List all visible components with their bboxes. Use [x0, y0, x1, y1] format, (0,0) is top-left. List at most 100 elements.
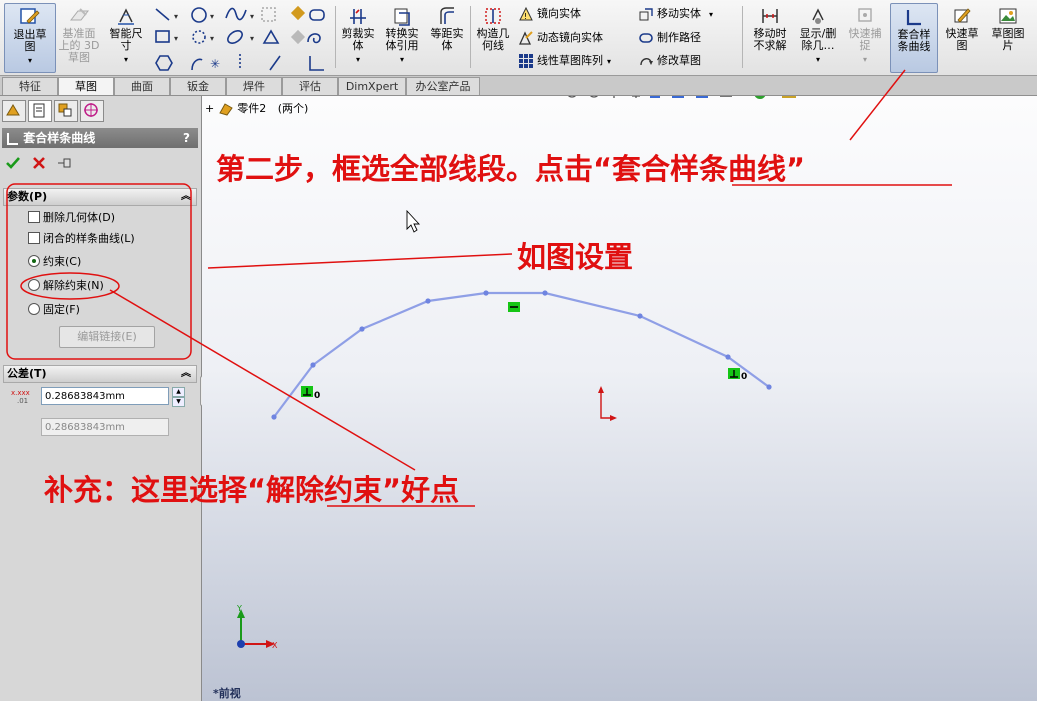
make-path-icon	[639, 33, 653, 43]
delete-geometry-checkbox[interactable]	[28, 211, 40, 223]
manager-tabs	[2, 98, 198, 122]
trim-icon	[350, 9, 366, 24]
ellipse-tool-icon	[227, 30, 243, 44]
tolerance-secondary-field: 0.28683843mm	[41, 418, 169, 436]
spline-points[interactable]	[271, 290, 772, 420]
pushpin-icon[interactable]	[56, 156, 74, 170]
tab-office-products[interactable]: 办公室产品	[406, 77, 480, 95]
unconstrained-radio[interactable]	[28, 279, 40, 291]
feature-manager-tab[interactable]	[2, 100, 26, 122]
triad-y-label: Y	[236, 604, 242, 613]
fix-radio[interactable]	[28, 303, 40, 315]
linear-pattern-button[interactable]: 线性草图阵列 ▾	[518, 51, 611, 71]
quick-snaps-button[interactable]: 快速捕 捉 ▾	[842, 3, 888, 71]
sketch-origin-icon	[598, 386, 617, 421]
svg-text:▾: ▾	[174, 34, 178, 43]
spin-down-icon[interactable]: ▼	[172, 397, 185, 407]
vertical-relation-icon-left[interactable]	[301, 386, 313, 397]
3d-sketch-on-plane-button[interactable]: 基准面 上的 3D 草图	[56, 3, 102, 71]
3d-sketch-label-3: 草图	[68, 51, 90, 64]
svg-text:▾: ▾	[250, 12, 254, 21]
tab-sheet-metal[interactable]: 钣金	[170, 77, 226, 95]
construction-geometry-button[interactable]: 构造几 何线	[472, 3, 514, 71]
command-manager: 退出草 图 ▾ 基准面 上的 3D 草图 智能尺 寸 ▾ ✳ ▾ ▾ ▾ ▾ ▾…	[0, 0, 1037, 76]
collapse-chevron-icon[interactable]: ︽	[181, 189, 191, 205]
exit-sketch-icon	[20, 8, 40, 24]
property-manager-title-bar: 套合样条曲线 ?	[2, 128, 198, 148]
tolerance-section-header[interactable]: 公差(T) ︽	[3, 365, 197, 383]
svg-text:▾: ▾	[210, 34, 214, 43]
tolerance-input[interactable]: 0.28683843mm	[41, 387, 169, 405]
cancel-x-icon[interactable]	[31, 155, 47, 171]
tab-features[interactable]: 特征	[2, 77, 58, 95]
rapid-sketch-label-2: 图	[956, 39, 968, 52]
dimxpert-manager-tab[interactable]	[80, 100, 104, 122]
sketch-picture-button[interactable]: 草图图 片	[986, 3, 1030, 71]
property-manager-tab[interactable]	[28, 100, 52, 122]
tab-evaluate[interactable]: 评估	[282, 77, 338, 95]
linear-pattern-icon	[519, 54, 533, 68]
modify-sketch-button[interactable]: 修改草图	[638, 51, 701, 71]
convert-label-2: 体引用	[385, 39, 419, 52]
mirror-label: 镜向实体	[537, 7, 581, 20]
fillet-tool-icon	[307, 33, 321, 44]
svg-text:.01: .01	[17, 397, 28, 405]
construction-label-2: 何线	[482, 39, 504, 52]
property-manager-title: 套合样条曲线	[23, 131, 96, 145]
constrained-radio[interactable]	[28, 255, 40, 267]
tab-sketch[interactable]: 草图	[58, 77, 114, 95]
convert-entities-button[interactable]: 转换实 体引用 ▾	[380, 3, 424, 71]
offset-entities-button[interactable]: 等距实 体	[426, 3, 468, 71]
exit-sketch-label-2: 图	[24, 40, 36, 53]
make-path-button[interactable]: 制作路径	[638, 28, 701, 48]
sketch-entity-tools[interactable]: ✳ ▾ ▾ ▾ ▾ ▾ ▾	[152, 4, 330, 72]
sketch-text-icon	[309, 56, 324, 71]
configuration-manager-tab[interactable]	[54, 100, 78, 122]
center-arc-icon	[192, 30, 206, 44]
smart-dimension-button[interactable]: 智能尺 寸 ▾	[104, 3, 148, 71]
sketch-spline-segments[interactable]	[273, 291, 770, 418]
tab-weldments[interactable]: 焊件	[226, 77, 282, 95]
closed-spline-checkbox[interactable]	[28, 232, 40, 244]
rapid-sketch-icon	[954, 8, 971, 23]
toolbar-separator	[742, 6, 743, 68]
parameters-header-label: 参数(P)	[7, 190, 48, 203]
spin-up-icon[interactable]: ▲	[172, 387, 185, 397]
parameters-section-header[interactable]: 参数(P) ︽	[3, 188, 197, 206]
slot-tool-icon	[309, 9, 325, 21]
quick-snaps-icon	[858, 8, 872, 22]
move-without-solve-button[interactable]: 移动时 不求解	[748, 3, 792, 71]
dynamic-mirror-button[interactable]: 动态镜向实体	[518, 28, 603, 48]
svg-text:x.xxx: x.xxx	[11, 389, 30, 397]
vertical-relation-icon-right[interactable]	[728, 368, 740, 379]
relation-label-right: 0	[741, 372, 747, 382]
horizontal-relation-icon[interactable]	[508, 302, 520, 312]
circle-tool-icon	[191, 7, 207, 23]
fit-spline-button[interactable]: 套合样 条曲线	[890, 3, 938, 73]
tab-dimxpert[interactable]: DimXpert	[338, 77, 406, 95]
fix-label: 固定(F)	[43, 303, 80, 316]
property-manager-icon	[33, 103, 45, 118]
fit-spline-icon	[7, 132, 18, 145]
rapid-sketch-button[interactable]: 快速草 图	[940, 3, 984, 71]
chamfer-icon	[269, 55, 281, 71]
convert-entities-icon	[394, 8, 410, 26]
trim-entities-button[interactable]: 剪裁实 体 ▾	[336, 3, 380, 71]
help-button[interactable]: ?	[183, 128, 190, 148]
move-entities-button[interactable]: 移动实体 ▾	[638, 4, 713, 24]
move-label: 移动实体	[657, 7, 701, 20]
ok-check-icon[interactable]	[5, 155, 21, 171]
exit-sketch-button[interactable]: 退出草 图 ▾	[4, 3, 56, 73]
tolerance-spinner[interactable]: ▲ ▼	[172, 387, 185, 407]
edit-link-button[interactable]: 编辑链接(E)	[59, 326, 155, 348]
collapse-chevron-icon[interactable]: ︽	[181, 366, 191, 382]
svg-text:▾: ▾	[174, 12, 178, 21]
polygon-tool-icon	[155, 55, 173, 71]
quick-snap-label-2: 捉	[859, 39, 871, 52]
tab-surfaces[interactable]: 曲面	[114, 77, 170, 95]
mirror-entities-button[interactable]: ! 镜向实体	[518, 4, 581, 24]
tangent-arc-icon	[191, 58, 203, 71]
display-delete-relations-button[interactable]: 显示/删 除几… ▾	[796, 3, 840, 71]
svg-text:▾: ▾	[250, 34, 254, 43]
relation-label-left: 0	[314, 391, 320, 401]
